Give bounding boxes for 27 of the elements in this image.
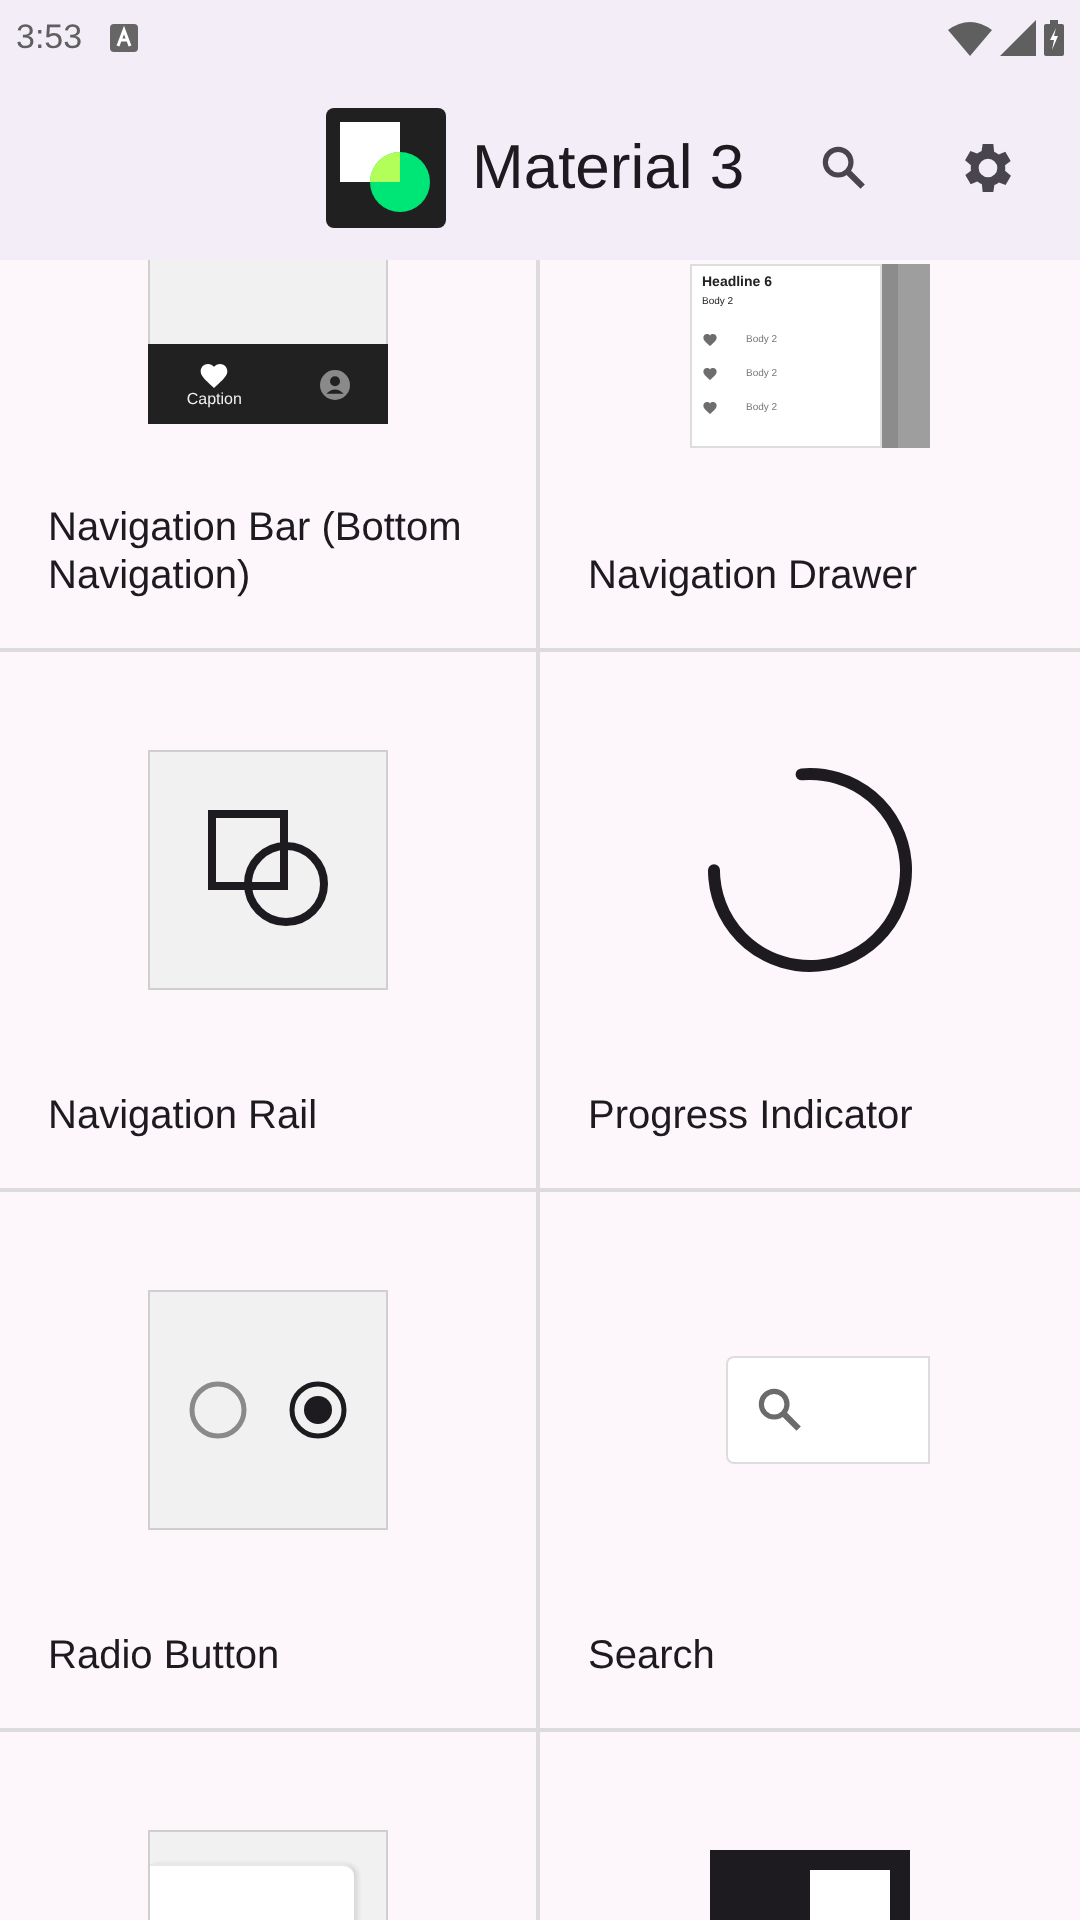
status-time: 3:53 <box>16 16 83 61</box>
heart-icon <box>702 399 718 415</box>
component-card[interactable]: Radio Button <box>0 1192 540 1732</box>
component-label: Search <box>588 1632 717 1680</box>
component-label: Navigation Drawer <box>588 552 920 600</box>
component-card[interactable]: Caption Navigation Bar (Bottom Navigation) <box>0 260 540 652</box>
app-logo <box>326 108 446 228</box>
person-icon <box>319 369 350 399</box>
radio-off-icon <box>188 1380 248 1440</box>
component-label: Navigation Rail <box>48 1092 320 1140</box>
heart-icon <box>702 331 718 347</box>
radio-on-icon <box>288 1380 348 1440</box>
caption-label: Caption <box>186 392 242 408</box>
component-label: Radio Button <box>48 1632 282 1680</box>
heart-icon <box>702 365 718 381</box>
wifi-icon <box>948 20 992 56</box>
battery-icon <box>1044 20 1064 56</box>
signal-icon <box>1000 20 1036 56</box>
keyboard-a-icon <box>110 24 139 52</box>
app-title: Material 3 <box>472 129 745 206</box>
component-card[interactable]: Progress Indicator <box>540 652 1080 1192</box>
heart-icon <box>198 360 231 392</box>
component-label: Progress Indicator <box>588 1092 915 1140</box>
shapes-icon <box>206 808 330 932</box>
component-card[interactable]: Search <box>540 1192 1080 1732</box>
component-label: Navigation Bar (Bottom Navigation) <box>48 504 464 600</box>
component-card[interactable]: Navigation Rail <box>0 652 540 1192</box>
